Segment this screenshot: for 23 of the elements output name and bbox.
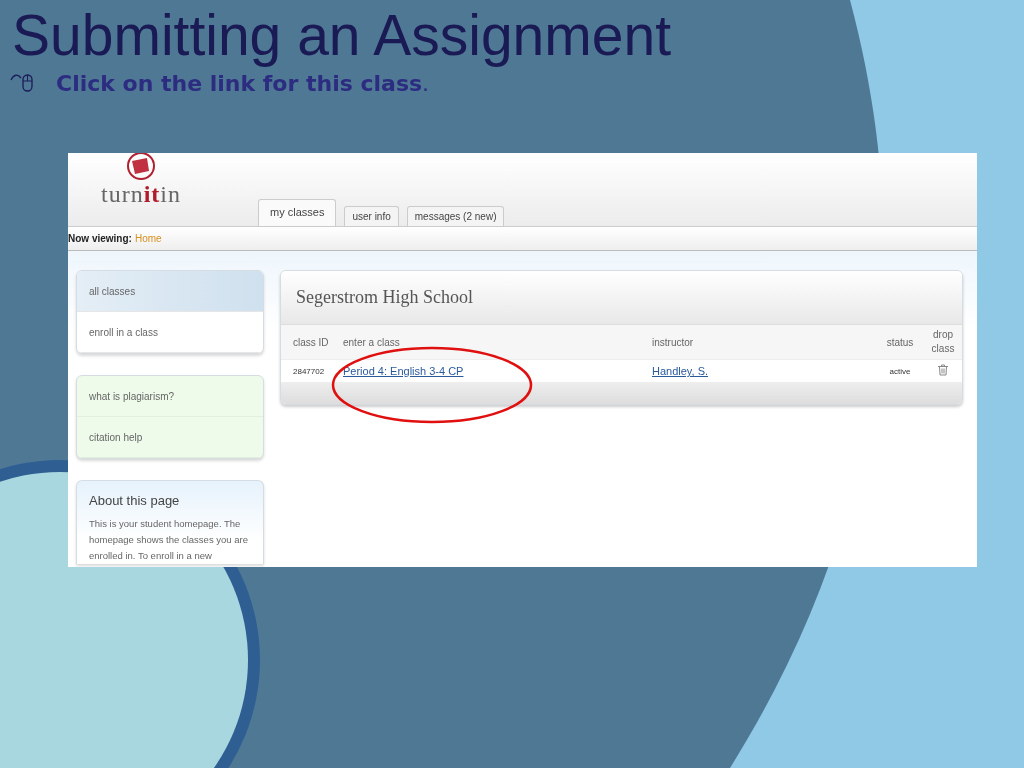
bullet-text: Click on the link for this class. [56, 70, 430, 96]
sidebar-item[interactable]: all classes [77, 271, 263, 312]
breadcrumb-label: Now viewing: [68, 233, 132, 244]
class-link[interactable]: Period 4: English 3-4 CP [343, 365, 464, 377]
about-title: About this page [89, 493, 181, 508]
slide-title: Submitting an Assignment [11, 2, 673, 68]
nav-tab[interactable]: messages (2 new) [406, 206, 505, 226]
nav-tab[interactable]: my classes [258, 199, 337, 226]
school-title: Segerstrom High School [281, 271, 962, 325]
help-link[interactable]: citation help [77, 417, 263, 458]
instructor-link[interactable]: Handley, S. [652, 365, 709, 377]
about-text: This is your student homepage. The homepage shows the classes you are enrolled in. To enroll in a new [89, 517, 249, 563]
help-link[interactable]: what is plagiarism? [77, 376, 263, 417]
trash-icon[interactable] [937, 364, 949, 376]
logo-text: turnitin [101, 181, 181, 208]
sidebar-item[interactable]: enroll in a class [77, 312, 263, 353]
column-header: status [876, 325, 924, 360]
column-header: class ID [281, 325, 339, 360]
nav-tab[interactable]: user info [344, 206, 399, 226]
column-header: instructor [648, 325, 876, 360]
mouse-icon [10, 72, 36, 94]
column-header: enter a class [339, 325, 648, 360]
column-header: drop class [924, 325, 962, 360]
